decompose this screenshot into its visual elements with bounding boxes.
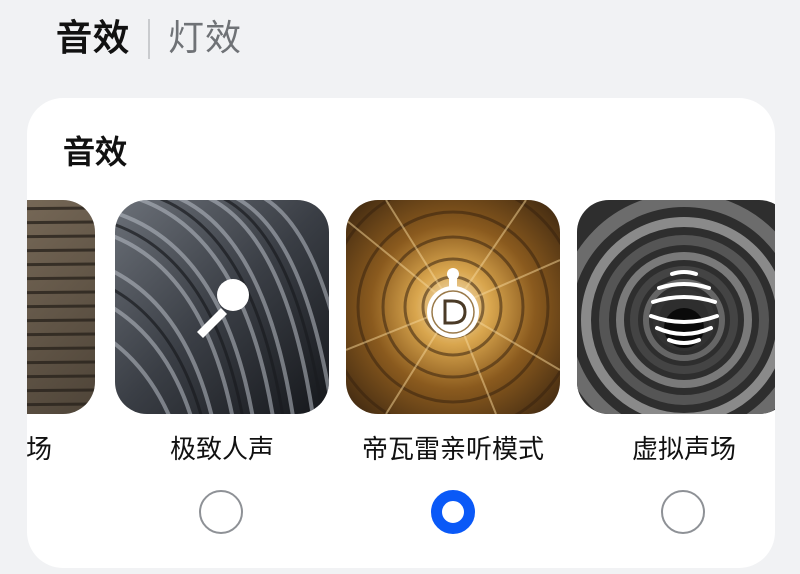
option-label-virtual: 虚拟声场 xyxy=(631,435,736,465)
radio-vocal[interactable] xyxy=(199,490,243,534)
top-tabs: 音效 灯效 xyxy=(56,14,242,64)
option-tile-virtual[interactable] xyxy=(577,200,775,414)
option-tile-vocal[interactable] xyxy=(115,200,329,414)
devialet-logo-icon xyxy=(427,268,479,338)
sound-effects-card: 音效 场 极致人声 帝瓦雷亲听模式 虚拟声场 xyxy=(27,98,775,568)
tab-divider xyxy=(148,19,151,59)
radio-devialet[interactable] xyxy=(431,490,475,534)
option-tile-prev[interactable] xyxy=(27,200,95,414)
card-title: 音效 xyxy=(63,133,128,171)
option-label-vocal: 极致人声 xyxy=(169,435,274,465)
microphone-icon xyxy=(197,279,249,338)
tab-light-effects[interactable]: 灯效 xyxy=(168,14,242,64)
option-label-devialet: 帝瓦雷亲听模式 xyxy=(361,435,544,465)
option-label-prev: 场 xyxy=(27,435,52,465)
radio-virtual[interactable] xyxy=(661,490,705,534)
tab-sound-effects[interactable]: 音效 xyxy=(56,14,130,64)
partial-prev-icon xyxy=(27,200,95,414)
sound-field-rings-icon xyxy=(649,270,719,345)
option-tile-devialet[interactable] xyxy=(346,200,560,414)
